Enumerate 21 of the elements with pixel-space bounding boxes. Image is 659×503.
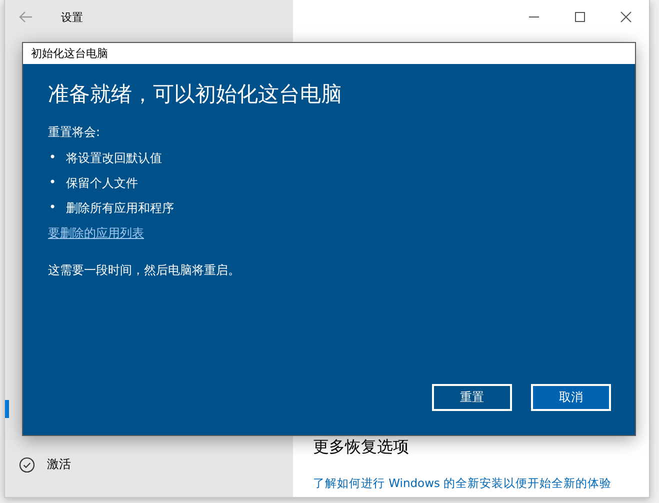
selection-indicator bbox=[5, 400, 9, 418]
list-item-text: 删除所有应用和程序 bbox=[66, 200, 174, 217]
note-text: 这需要一段时间，然后电脑将重启。 bbox=[48, 262, 241, 279]
help-link[interactable]: 了解如何进行 Windows 的全新安装以便开始全新的体验 bbox=[313, 476, 649, 491]
dialog-heading: 准备就绪，可以初始化这台电脑 bbox=[48, 81, 343, 108]
bullet: • bbox=[49, 150, 56, 166]
window-title: 设置 bbox=[61, 10, 83, 24]
bullet: • bbox=[49, 200, 56, 216]
maximize-icon[interactable] bbox=[574, 11, 586, 23]
sidebar-item[interactable]: 激活 bbox=[5, 456, 293, 497]
section-heading: 更多恢复选项 bbox=[313, 437, 410, 458]
reset-button[interactable]: 重置 bbox=[432, 384, 512, 411]
cancel-button[interactable]: 取消 bbox=[531, 384, 611, 411]
list-item-text: 将设置改回默认值 bbox=[66, 150, 162, 167]
check-circle-icon bbox=[19, 456, 35, 472]
app-list-link[interactable]: 要删除的应用列表 bbox=[48, 225, 144, 242]
intro-text: 重置将会: bbox=[48, 124, 102, 141]
close-icon[interactable] bbox=[620, 11, 632, 23]
dialog-title: 初始化这台电脑 bbox=[23, 43, 635, 64]
list-item-text: 保留个人文件 bbox=[66, 175, 138, 192]
bullet: • bbox=[49, 175, 56, 191]
